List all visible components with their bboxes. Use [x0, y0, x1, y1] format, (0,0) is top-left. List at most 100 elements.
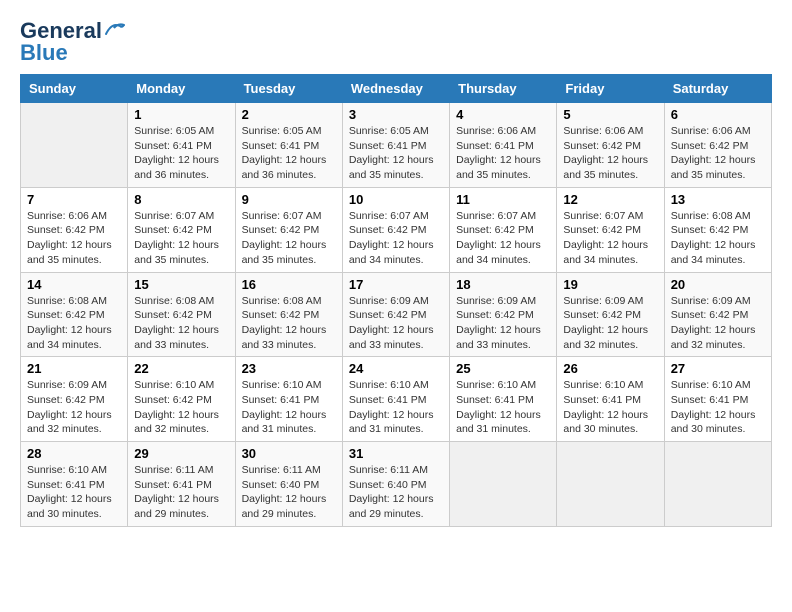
- day-number: 22: [134, 361, 228, 376]
- weekday-header: Tuesday: [235, 75, 342, 103]
- day-info: Sunrise: 6:11 AM Sunset: 6:40 PM Dayligh…: [349, 463, 443, 522]
- calendar-cell: [450, 442, 557, 527]
- calendar-cell: 22 Sunrise: 6:10 AM Sunset: 6:42 PM Dayl…: [128, 357, 235, 442]
- day-number: 5: [563, 107, 657, 122]
- day-number: 21: [27, 361, 121, 376]
- day-number: 3: [349, 107, 443, 122]
- calendar-cell: 16 Sunrise: 6:08 AM Sunset: 6:42 PM Dayl…: [235, 272, 342, 357]
- day-info: Sunrise: 6:07 AM Sunset: 6:42 PM Dayligh…: [456, 209, 550, 268]
- calendar-cell: 4 Sunrise: 6:06 AM Sunset: 6:41 PM Dayli…: [450, 103, 557, 188]
- logo: General Blue: [20, 20, 126, 64]
- day-number: 29: [134, 446, 228, 461]
- calendar-cell: 2 Sunrise: 6:05 AM Sunset: 6:41 PM Dayli…: [235, 103, 342, 188]
- calendar-cell: 27 Sunrise: 6:10 AM Sunset: 6:41 PM Dayl…: [664, 357, 771, 442]
- day-info: Sunrise: 6:07 AM Sunset: 6:42 PM Dayligh…: [349, 209, 443, 268]
- calendar-cell: 18 Sunrise: 6:09 AM Sunset: 6:42 PM Dayl…: [450, 272, 557, 357]
- calendar-cell: 25 Sunrise: 6:10 AM Sunset: 6:41 PM Dayl…: [450, 357, 557, 442]
- calendar-cell: 9 Sunrise: 6:07 AM Sunset: 6:42 PM Dayli…: [235, 187, 342, 272]
- day-number: 30: [242, 446, 336, 461]
- calendar-week-row: 28 Sunrise: 6:10 AM Sunset: 6:41 PM Dayl…: [21, 442, 772, 527]
- calendar-week-row: 7 Sunrise: 6:06 AM Sunset: 6:42 PM Dayli…: [21, 187, 772, 272]
- day-number: 4: [456, 107, 550, 122]
- calendar-cell: 8 Sunrise: 6:07 AM Sunset: 6:42 PM Dayli…: [128, 187, 235, 272]
- header: General Blue: [20, 20, 772, 64]
- day-number: 8: [134, 192, 228, 207]
- day-number: 1: [134, 107, 228, 122]
- calendar-cell: 19 Sunrise: 6:09 AM Sunset: 6:42 PM Dayl…: [557, 272, 664, 357]
- day-info: Sunrise: 6:09 AM Sunset: 6:42 PM Dayligh…: [563, 294, 657, 353]
- weekday-header: Wednesday: [342, 75, 449, 103]
- weekday-header-row: SundayMondayTuesdayWednesdayThursdayFrid…: [21, 75, 772, 103]
- calendar-cell: 17 Sunrise: 6:09 AM Sunset: 6:42 PM Dayl…: [342, 272, 449, 357]
- day-number: 15: [134, 277, 228, 292]
- day-info: Sunrise: 6:10 AM Sunset: 6:41 PM Dayligh…: [242, 378, 336, 437]
- day-info: Sunrise: 6:08 AM Sunset: 6:42 PM Dayligh…: [27, 294, 121, 353]
- calendar-cell: 1 Sunrise: 6:05 AM Sunset: 6:41 PM Dayli…: [128, 103, 235, 188]
- day-number: 31: [349, 446, 443, 461]
- weekday-header: Friday: [557, 75, 664, 103]
- day-number: 19: [563, 277, 657, 292]
- day-info: Sunrise: 6:09 AM Sunset: 6:42 PM Dayligh…: [349, 294, 443, 353]
- day-info: Sunrise: 6:10 AM Sunset: 6:41 PM Dayligh…: [563, 378, 657, 437]
- day-info: Sunrise: 6:10 AM Sunset: 6:42 PM Dayligh…: [134, 378, 228, 437]
- calendar-cell: 10 Sunrise: 6:07 AM Sunset: 6:42 PM Dayl…: [342, 187, 449, 272]
- day-number: 24: [349, 361, 443, 376]
- day-number: 16: [242, 277, 336, 292]
- calendar-week-row: 14 Sunrise: 6:08 AM Sunset: 6:42 PM Dayl…: [21, 272, 772, 357]
- calendar-cell: 30 Sunrise: 6:11 AM Sunset: 6:40 PM Dayl…: [235, 442, 342, 527]
- calendar-cell: 5 Sunrise: 6:06 AM Sunset: 6:42 PM Dayli…: [557, 103, 664, 188]
- day-number: 6: [671, 107, 765, 122]
- calendar-cell: 29 Sunrise: 6:11 AM Sunset: 6:41 PM Dayl…: [128, 442, 235, 527]
- weekday-header: Monday: [128, 75, 235, 103]
- day-info: Sunrise: 6:05 AM Sunset: 6:41 PM Dayligh…: [134, 124, 228, 183]
- day-number: 12: [563, 192, 657, 207]
- day-info: Sunrise: 6:10 AM Sunset: 6:41 PM Dayligh…: [456, 378, 550, 437]
- calendar-cell: 7 Sunrise: 6:06 AM Sunset: 6:42 PM Dayli…: [21, 187, 128, 272]
- calendar-week-row: 21 Sunrise: 6:09 AM Sunset: 6:42 PM Dayl…: [21, 357, 772, 442]
- day-info: Sunrise: 6:06 AM Sunset: 6:42 PM Dayligh…: [671, 124, 765, 183]
- day-number: 17: [349, 277, 443, 292]
- calendar-cell: 26 Sunrise: 6:10 AM Sunset: 6:41 PM Dayl…: [557, 357, 664, 442]
- day-number: 7: [27, 192, 121, 207]
- day-number: 27: [671, 361, 765, 376]
- day-number: 9: [242, 192, 336, 207]
- calendar-cell: 11 Sunrise: 6:07 AM Sunset: 6:42 PM Dayl…: [450, 187, 557, 272]
- day-number: 20: [671, 277, 765, 292]
- calendar-cell: [557, 442, 664, 527]
- day-info: Sunrise: 6:10 AM Sunset: 6:41 PM Dayligh…: [671, 378, 765, 437]
- logo-bird-icon: [104, 20, 126, 38]
- day-info: Sunrise: 6:11 AM Sunset: 6:41 PM Dayligh…: [134, 463, 228, 522]
- logo-blue: Blue: [20, 42, 68, 64]
- calendar-cell: 12 Sunrise: 6:07 AM Sunset: 6:42 PM Dayl…: [557, 187, 664, 272]
- day-info: Sunrise: 6:08 AM Sunset: 6:42 PM Dayligh…: [242, 294, 336, 353]
- day-info: Sunrise: 6:06 AM Sunset: 6:42 PM Dayligh…: [563, 124, 657, 183]
- calendar-cell: [21, 103, 128, 188]
- day-number: 14: [27, 277, 121, 292]
- day-info: Sunrise: 6:09 AM Sunset: 6:42 PM Dayligh…: [671, 294, 765, 353]
- calendar-cell: 31 Sunrise: 6:11 AM Sunset: 6:40 PM Dayl…: [342, 442, 449, 527]
- day-number: 23: [242, 361, 336, 376]
- day-info: Sunrise: 6:08 AM Sunset: 6:42 PM Dayligh…: [671, 209, 765, 268]
- weekday-header: Thursday: [450, 75, 557, 103]
- day-info: Sunrise: 6:10 AM Sunset: 6:41 PM Dayligh…: [27, 463, 121, 522]
- day-info: Sunrise: 6:05 AM Sunset: 6:41 PM Dayligh…: [349, 124, 443, 183]
- day-info: Sunrise: 6:09 AM Sunset: 6:42 PM Dayligh…: [456, 294, 550, 353]
- day-info: Sunrise: 6:07 AM Sunset: 6:42 PM Dayligh…: [563, 209, 657, 268]
- calendar-cell: 3 Sunrise: 6:05 AM Sunset: 6:41 PM Dayli…: [342, 103, 449, 188]
- day-info: Sunrise: 6:06 AM Sunset: 6:41 PM Dayligh…: [456, 124, 550, 183]
- calendar-cell: 13 Sunrise: 6:08 AM Sunset: 6:42 PM Dayl…: [664, 187, 771, 272]
- day-info: Sunrise: 6:07 AM Sunset: 6:42 PM Dayligh…: [134, 209, 228, 268]
- day-number: 2: [242, 107, 336, 122]
- calendar-cell: 6 Sunrise: 6:06 AM Sunset: 6:42 PM Dayli…: [664, 103, 771, 188]
- day-number: 25: [456, 361, 550, 376]
- weekday-header: Sunday: [21, 75, 128, 103]
- calendar-cell: 21 Sunrise: 6:09 AM Sunset: 6:42 PM Dayl…: [21, 357, 128, 442]
- day-info: Sunrise: 6:05 AM Sunset: 6:41 PM Dayligh…: [242, 124, 336, 183]
- logo-general: General: [20, 20, 102, 42]
- day-number: 10: [349, 192, 443, 207]
- calendar-table: SundayMondayTuesdayWednesdayThursdayFrid…: [20, 74, 772, 527]
- calendar-cell: 14 Sunrise: 6:08 AM Sunset: 6:42 PM Dayl…: [21, 272, 128, 357]
- day-info: Sunrise: 6:08 AM Sunset: 6:42 PM Dayligh…: [134, 294, 228, 353]
- day-info: Sunrise: 6:09 AM Sunset: 6:42 PM Dayligh…: [27, 378, 121, 437]
- day-info: Sunrise: 6:11 AM Sunset: 6:40 PM Dayligh…: [242, 463, 336, 522]
